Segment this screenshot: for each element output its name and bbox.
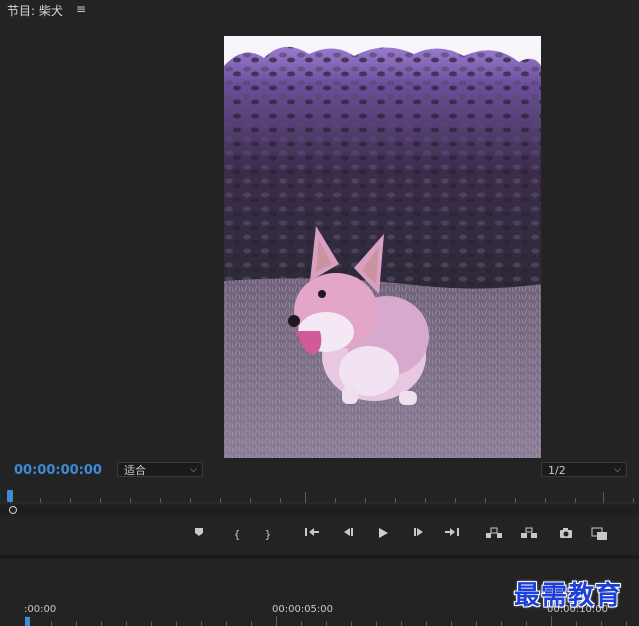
step-forward-button[interactable]	[410, 527, 428, 543]
timeline-ruler[interactable]	[0, 616, 639, 626]
export-frame-button[interactable]	[557, 527, 575, 543]
play-icon	[379, 528, 388, 538]
step-back-button[interactable]	[339, 527, 357, 543]
watermark-text: 最需教育	[514, 581, 623, 611]
time-ruler[interactable]	[0, 488, 639, 504]
chevron-down-icon: ⌵	[190, 465, 197, 475]
zoom-level-value: 适合	[124, 464, 146, 477]
extract-icon	[521, 527, 537, 538]
go-to-in-button[interactable]	[303, 527, 321, 543]
comparison-view-button[interactable]	[591, 527, 609, 543]
mark-in-icon: {	[233, 528, 241, 541]
corgi-photo	[224, 36, 541, 458]
program-video-frame	[224, 36, 541, 458]
chevron-down-icon: ⌵	[614, 465, 621, 475]
mark-out-icon: }	[264, 528, 272, 541]
camera-icon	[560, 528, 572, 538]
current-timecode[interactable]: 00:00:00:00	[14, 463, 102, 478]
mark-in-button[interactable]: {	[228, 527, 246, 543]
go-to-out-icon	[445, 528, 459, 536]
panel-header: 节目: 柴犬 ≡	[0, 0, 639, 18]
resolution-value: 1/2	[548, 464, 566, 477]
zoom-level-select[interactable]: 适合 ⌵	[117, 462, 203, 477]
compare-icon	[591, 527, 607, 540]
scrub-handle[interactable]	[9, 506, 17, 514]
lift-button[interactable]	[485, 527, 503, 543]
step-back-icon	[344, 528, 353, 536]
scrub-bar[interactable]	[0, 505, 639, 515]
timeline-playhead[interactable]	[25, 617, 30, 626]
timeline-label-start: :00:00	[24, 604, 57, 615]
go-to-out-button[interactable]	[443, 527, 461, 543]
add-marker-button[interactable]	[190, 527, 208, 543]
panel-title[interactable]: 节目: 柴犬	[7, 2, 63, 19]
panel-divider	[0, 555, 639, 559]
hamburger-menu-icon[interactable]: ≡	[76, 2, 86, 16]
mark-out-button[interactable]: }	[259, 527, 277, 543]
timeline-label-5s: 00:00:05:00	[272, 604, 334, 615]
lift-icon	[486, 527, 502, 538]
marker-icon	[195, 528, 203, 536]
playback-resolution-select[interactable]: 1/2 ⌵	[541, 462, 627, 477]
step-forward-icon	[414, 528, 423, 536]
play-button[interactable]	[374, 527, 392, 543]
playhead-marker[interactable]	[7, 490, 13, 502]
extract-button[interactable]	[520, 527, 538, 543]
go-to-in-icon	[305, 528, 319, 536]
